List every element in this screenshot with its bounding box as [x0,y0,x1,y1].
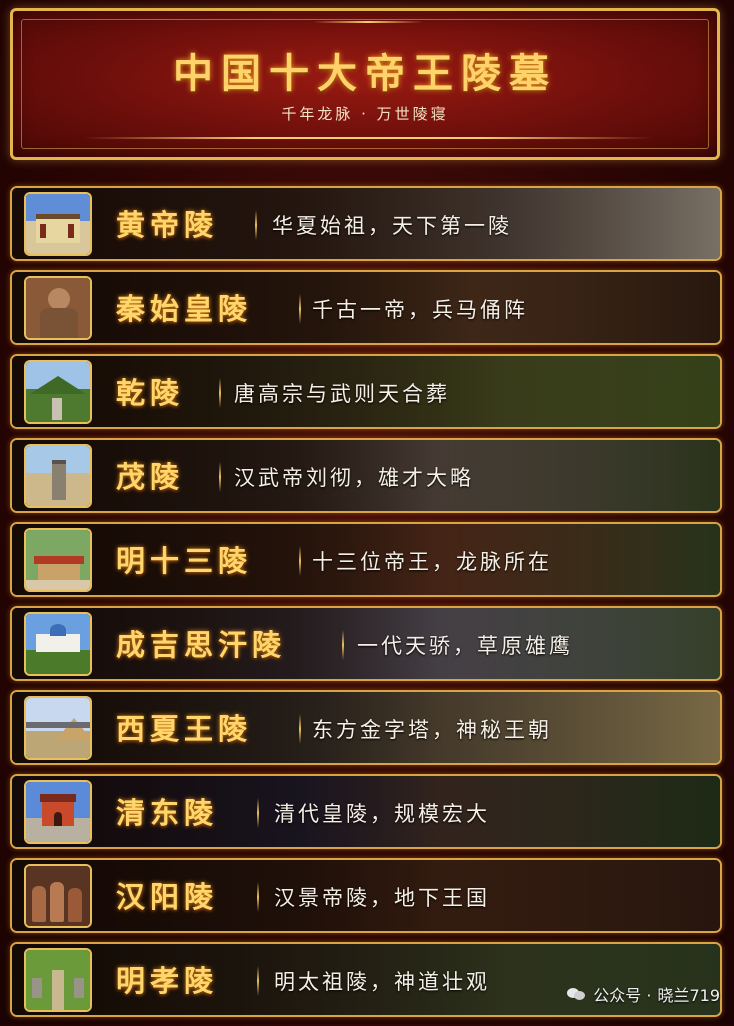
list-item[interactable]: 秦始皇陵 千古一帝，兵马俑阵 [10,270,722,345]
mausoleum-description: 华夏始祖，天下第一陵 [272,214,512,238]
mausoleum-name: 秦始皇陵 [116,292,253,326]
stone-stele-photo-icon [24,444,92,508]
list-item[interactable]: 明十三陵 十三位帝王，龙脉所在 [10,522,722,597]
divider [219,378,221,408]
mausoleum-description: 汉景帝陵，地下王国 [274,886,490,910]
page-title: 中国十大帝王陵墓 [173,50,557,97]
mausoleum-name: 明孝陵 [116,964,219,998]
temple-photo-icon [24,192,92,256]
divider [219,462,221,492]
divider [255,210,257,240]
divider [257,882,259,912]
banner-bottom-ornament [83,137,653,139]
list-item[interactable]: 清东陵 清代皇陵，规模宏大 [10,774,722,849]
list-item[interactable]: 西夏王陵 东方金字塔，神秘王朝 [10,690,722,765]
list-item[interactable]: 茂陵 汉武帝刘彻，雄才大略 [10,438,722,513]
mausoleum-description: 千古一帝，兵马俑阵 [312,298,528,322]
divider [342,630,344,660]
mausoleum-name: 汉阳陵 [116,880,219,914]
mausoleum-name: 茂陵 [116,460,185,494]
mausoleum-description: 汉武帝刘彻，雄才大略 [234,466,474,490]
ming-tombs-photo-icon [24,528,92,592]
qing-gate-photo-icon [24,780,92,844]
mausoleum-name: 黄帝陵 [116,208,219,242]
mausoleum-name: 西夏王陵 [116,712,253,746]
list-item[interactable]: 汉阳陵 汉景帝陵，地下王国 [10,858,722,933]
wechat-icon [567,986,587,1002]
mausoleum-description: 唐高宗与武则天合葬 [234,382,450,406]
mausoleum-name: 明十三陵 [116,544,253,578]
mausoleum-description: 十三位帝王，龙脉所在 [312,550,552,574]
earthen-pyramid-photo-icon [24,696,92,760]
mausoleum-name: 成吉思汗陵 [116,628,287,662]
mausoleum-name: 乾陵 [116,376,185,410]
mausoleum-description: 清代皇陵，规模宏大 [274,802,490,826]
mausoleum-description: 东方金字塔，神秘王朝 [312,718,552,742]
page-subtitle: 千年龙脉 · 万世陵寝 [281,105,449,123]
divider [299,714,301,744]
mausoleum-list: 黄帝陵 华夏始祖，天下第一陵 秦始皇陵 千古一帝，兵马俑阵 乾陵 唐高宗与武则天… [10,186,722,1026]
watermark-prefix: 公众号 · [593,986,652,1005]
mausoleum-name: 清东陵 [116,796,219,830]
mausoleum-description: 一代天骄，草原雄鹰 [357,634,573,658]
list-item[interactable]: 乾陵 唐高宗与武则天合葬 [10,354,722,429]
account-watermark: 公众号 · 晓兰719 [567,982,720,1006]
divider [299,546,301,576]
divider [257,966,259,996]
mongol-palace-photo-icon [24,612,92,676]
list-item[interactable]: 成吉思汗陵 一代天骄，草原雄鹰 [10,606,722,681]
sacred-way-photo-icon [24,948,92,1012]
title-banner: 中国十大帝王陵墓 千年龙脉 · 万世陵寝 [10,8,720,160]
list-item[interactable]: 黄帝陵 华夏始祖，天下第一陵 [10,186,722,261]
banner-top-ornament [313,21,423,23]
divider [257,798,259,828]
pottery-figures-photo-icon [24,864,92,928]
terracotta-warrior-photo-icon [24,276,92,340]
watermark-account: 晓兰719 [657,986,720,1005]
mausoleum-description: 明太祖陵，神道壮观 [274,970,490,994]
mountain-tomb-photo-icon [24,360,92,424]
divider [299,294,301,324]
